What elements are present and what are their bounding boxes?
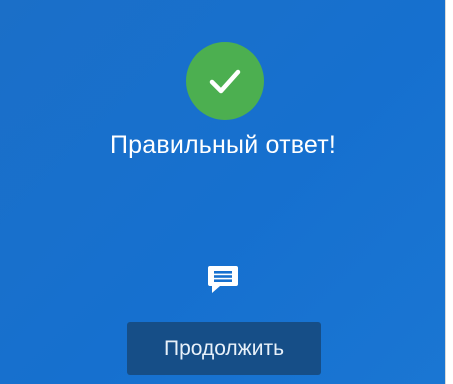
- success-badge: [186, 42, 264, 120]
- checkmark-icon: [209, 69, 241, 94]
- result-message: Правильный ответ!: [110, 131, 336, 159]
- result-panel: Правильный ответ! Продолжить: [0, 0, 446, 384]
- continue-button[interactable]: Продолжить: [127, 322, 321, 375]
- comment-icon[interactable]: [205, 261, 241, 297]
